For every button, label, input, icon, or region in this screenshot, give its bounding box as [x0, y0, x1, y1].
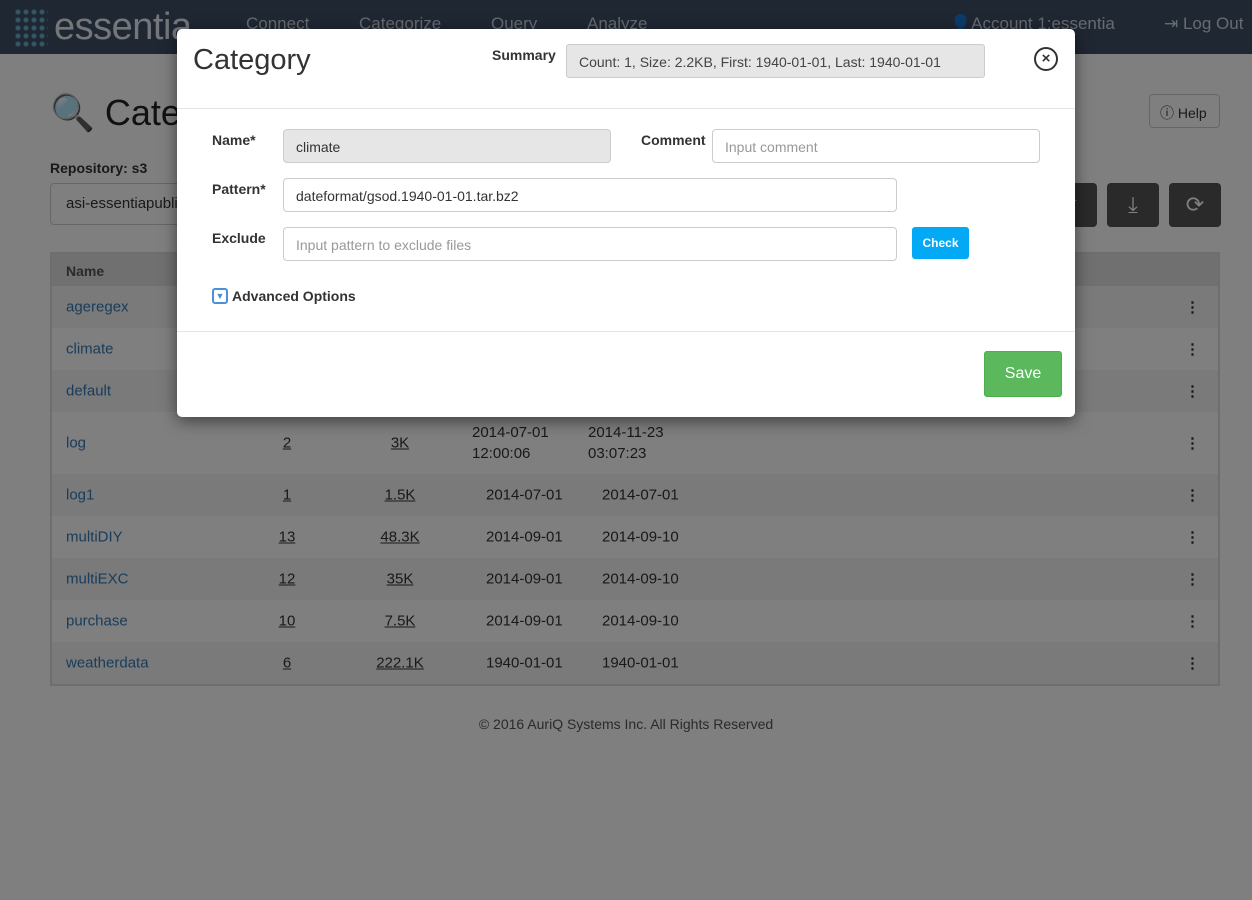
- exclude-label: Exclude: [212, 230, 266, 246]
- advanced-options-label: Advanced Options: [232, 288, 356, 304]
- exclude-input[interactable]: Input pattern to exclude files: [283, 227, 897, 261]
- divider: [177, 108, 1075, 109]
- check-button[interactable]: Check: [912, 227, 969, 259]
- summary-field: Count: 1, Size: 2.2KB, First: 1940-01-01…: [566, 44, 985, 78]
- advanced-options-toggle[interactable]: ▼ Advanced Options: [212, 288, 356, 304]
- pattern-input[interactable]: dateformat/gsod.1940-01-01.tar.bz2: [283, 178, 897, 212]
- comment-label: Comment: [641, 132, 706, 148]
- name-label: Name*: [212, 132, 256, 148]
- comment-input[interactable]: Input comment: [712, 129, 1040, 163]
- summary-label: Summary: [492, 47, 556, 63]
- caret-down-icon: ▼: [212, 288, 228, 304]
- divider: [177, 331, 1075, 332]
- pattern-label: Pattern*: [212, 181, 266, 197]
- name-input[interactable]: climate: [283, 129, 611, 163]
- modal-title: Category: [193, 44, 311, 76]
- close-icon[interactable]: ×: [1034, 47, 1058, 71]
- save-button[interactable]: Save: [984, 351, 1062, 397]
- category-modal: Category Summary Count: 1, Size: 2.2KB, …: [177, 29, 1075, 417]
